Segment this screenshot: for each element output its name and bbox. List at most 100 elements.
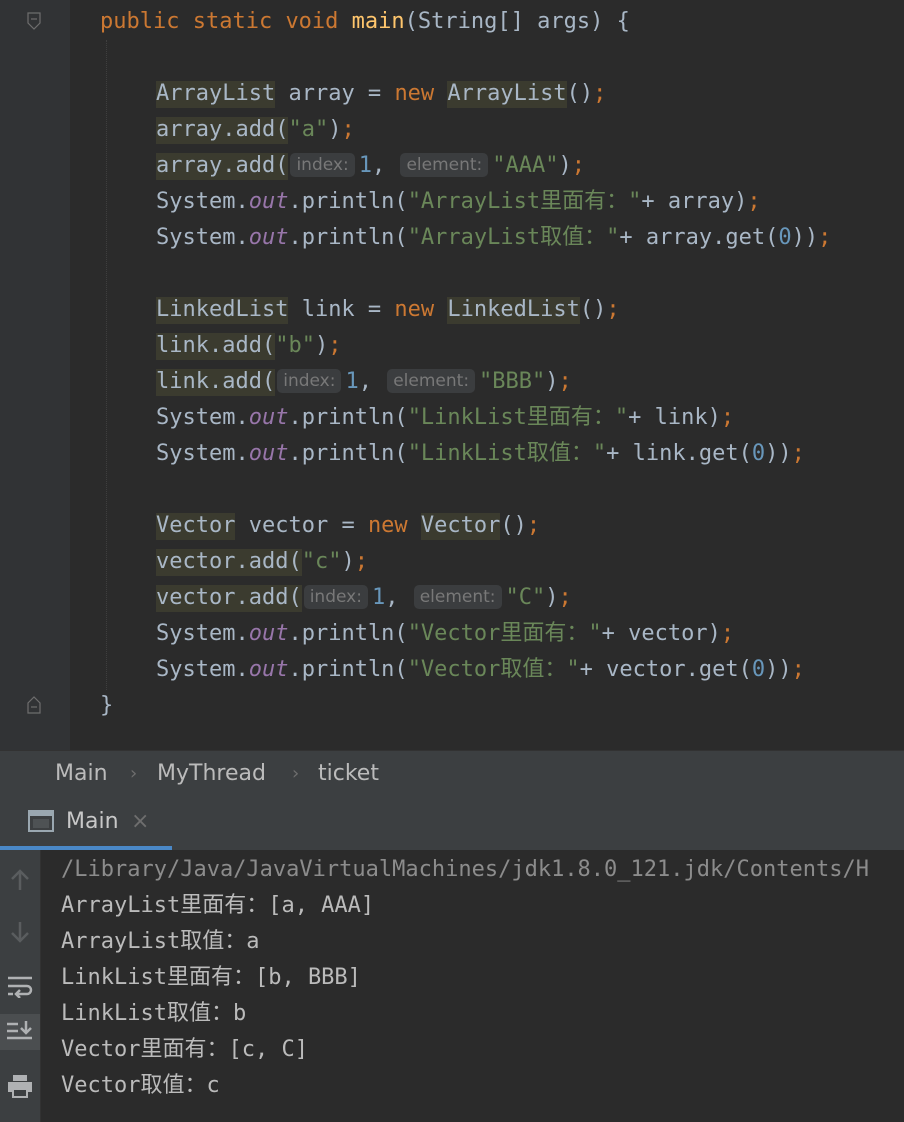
code-token: ) (341, 549, 355, 574)
code-token: 0 (778, 225, 792, 250)
code-token: + array) (641, 189, 748, 214)
code-token: ; (818, 225, 832, 250)
code-token: ; (747, 189, 761, 214)
code-token: 1 (345, 369, 359, 394)
code-token: new (394, 81, 448, 106)
soft-wrap-icon[interactable] (0, 968, 40, 1004)
parameter-hint: element: (400, 153, 489, 177)
code-token: .println( (288, 657, 408, 682)
code-token: ; (791, 657, 805, 682)
run-tab-label: Main (66, 809, 119, 834)
code-token: 1 (358, 153, 372, 178)
parameter-hint: element: (413, 585, 502, 609)
code-line: System.out.println("ArrayList里面有："+ arra… (156, 184, 761, 220)
code-token: () (500, 513, 527, 538)
fold-end-icon[interactable] (27, 696, 41, 714)
code-token: )) (765, 657, 792, 682)
code-editor[interactable]: public static void main(String[] args) {… (0, 0, 904, 750)
code-token: ) (314, 333, 329, 358)
code-token: ; (328, 333, 342, 358)
code-token: "Vector取值：" (407, 657, 580, 682)
code-token: , (385, 585, 412, 610)
code-token: ArrayList (447, 81, 567, 108)
code-token: + vector) (601, 621, 721, 646)
code-token: Vector (420, 513, 501, 540)
code-token: 0 (751, 657, 766, 682)
code-token: array.add( (156, 153, 289, 180)
code-token: out (248, 405, 289, 430)
parameter-hint: index: (303, 585, 368, 609)
code-token: System. (156, 405, 249, 430)
parameter-hint: index: (290, 153, 355, 177)
arrow-up-icon[interactable] (0, 862, 40, 898)
code-token: () (566, 81, 594, 106)
scroll-to-end-icon[interactable] (0, 1014, 40, 1050)
console-output[interactable]: /Library/Java/JavaVirtualMachines/jdk1.8… (41, 850, 904, 1122)
code-token: "LinkList里面有：" (407, 405, 629, 430)
run-tab-main[interactable]: Main × (0, 796, 172, 850)
run-toolbar (0, 850, 41, 1122)
parameter-hint: element: (387, 369, 476, 393)
code-token: "a" (288, 117, 329, 142)
code-token: ; (571, 153, 586, 178)
code-line: link.add(index: 1, element: "BBB"); (156, 364, 572, 400)
code-token: System. (156, 189, 249, 214)
code-token: .println( (288, 189, 408, 214)
code-token: 0 (751, 441, 766, 466)
code-token: .println( (288, 621, 408, 646)
fold-collapse-icon[interactable] (27, 12, 41, 30)
code-token: "LinkList取值：" (407, 441, 607, 466)
code-line: array.add("a"); (156, 112, 355, 148)
console-line: ArrayList里面有：[a, AAA] (61, 893, 375, 918)
code-line: System.out.println("Vector取值："+ vector.g… (156, 652, 805, 688)
print-icon[interactable] (0, 1068, 40, 1104)
code-token: .println( (288, 225, 408, 250)
code-token: link.add( (156, 369, 276, 396)
breadcrumb-item-ticket[interactable]: ticket (318, 761, 379, 787)
code-token: System. (156, 657, 249, 682)
code-token: out (248, 657, 289, 682)
code-token: + link) (628, 405, 721, 430)
code-token: void (285, 9, 352, 34)
code-line: Vector vector = new Vector(); (156, 508, 540, 544)
code-token: vector.add( (156, 585, 302, 612)
code-token: , (358, 369, 386, 394)
code-token: out (248, 225, 289, 250)
code-token: Vector (156, 513, 236, 540)
breadcrumb-item-mythread[interactable]: MyThread (157, 761, 266, 787)
code-token: ArrayList (156, 81, 276, 108)
code-token: ; (720, 405, 735, 430)
console-icon (28, 810, 54, 836)
code-token: "ArrayList里面有：" (407, 189, 642, 214)
code-token: public (100, 9, 193, 34)
code-token: } (100, 693, 114, 718)
code-token: ; (354, 549, 368, 574)
code-token: ; (593, 81, 607, 106)
code-token: )) (765, 441, 792, 466)
code-token: ) (545, 369, 559, 394)
close-tab-icon[interactable]: × (131, 808, 149, 836)
code-token: "ArrayList取值：" (407, 225, 620, 250)
code-line: } (100, 688, 113, 724)
editor-gutter (0, 0, 70, 750)
code-token: "c" (301, 549, 342, 574)
code-token: ; (526, 513, 541, 538)
code-line: public static void main(String[] args) { (100, 4, 630, 40)
code-token: , (371, 153, 399, 178)
code-token: out (248, 441, 289, 466)
code-token: .println( (288, 441, 408, 466)
code-token: ; (606, 297, 620, 322)
code-token: System. (156, 441, 249, 466)
code-token: ) (545, 585, 559, 610)
code-token: array = (275, 81, 395, 106)
parameter-hint: index: (277, 369, 342, 393)
code-line: LinkedList link = new LinkedList(); (156, 292, 620, 328)
breadcrumb-separator: › (292, 763, 300, 784)
breadcrumb-item-main[interactable]: Main (55, 761, 108, 787)
code-line: ArrayList array = new ArrayList(); (156, 76, 606, 112)
code-token: link.add( (156, 333, 276, 360)
code-token: ; (558, 585, 572, 610)
arrow-down-icon[interactable] (0, 914, 40, 950)
code-line: vector.add(index: 1, element: "C"); (156, 580, 572, 616)
code-line: System.out.println("LinkList里面有："+ link)… (156, 400, 734, 436)
